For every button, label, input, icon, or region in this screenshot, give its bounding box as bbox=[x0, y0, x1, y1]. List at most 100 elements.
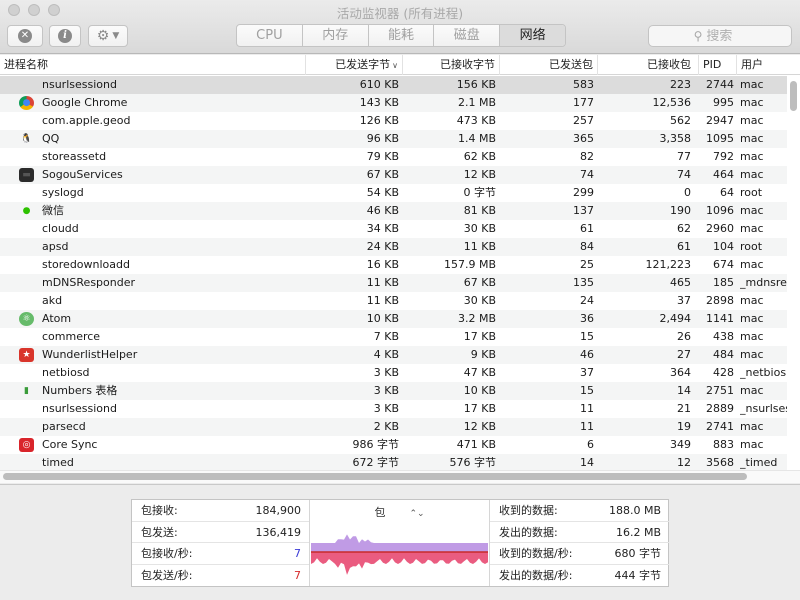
stat-row: 包发送/秒: 7 bbox=[132, 565, 309, 587]
table-row[interactable]: commerce 7 KB 17 KB 15 26 438 mac bbox=[0, 328, 787, 346]
user-cell: mac bbox=[740, 222, 764, 235]
table-row[interactable]: ● 微信 46 KB 81 KB 137 190 1096 mac bbox=[0, 202, 787, 220]
search-input[interactable] bbox=[706, 28, 747, 44]
data-received-per-sec-label: 收到的数据/秒: bbox=[499, 547, 573, 560]
received-bytes-cell: 81 KB bbox=[463, 204, 496, 217]
pid-cell: 883 bbox=[713, 438, 734, 451]
received-bytes-cell: 157.9 MB bbox=[443, 258, 496, 271]
sent-bytes-cell: 11 KB bbox=[366, 276, 399, 289]
table-row[interactable]: com.apple.geod 126 KB 473 KB 257 562 2947 mac bbox=[0, 112, 787, 130]
stop-process-button[interactable]: ✕ bbox=[7, 25, 43, 47]
table-row[interactable]: apsd 24 KB 11 KB 84 61 104 root bbox=[0, 238, 787, 256]
data-sent-label: 发出的数据: bbox=[499, 525, 558, 539]
user-cell: mac bbox=[740, 258, 764, 271]
tab-disk[interactable]: 磁盘 bbox=[434, 25, 501, 46]
pid-cell: 1095 bbox=[706, 132, 734, 145]
column-received-bytes[interactable]: 已接收字节 bbox=[402, 55, 499, 75]
table-row[interactable]: akd 11 KB 30 KB 24 37 2898 mac bbox=[0, 292, 787, 310]
column-sent-packets[interactable]: 已发送包 bbox=[499, 55, 597, 75]
received-bytes-cell: 11 KB bbox=[463, 240, 496, 253]
table-row[interactable]: ● Google Chrome 143 KB 2.1 MB 177 12,536 995 ma… bbox=[0, 94, 787, 112]
sent-packets-cell: 299 bbox=[573, 186, 594, 199]
table-row[interactable]: 🐧 QQ 96 KB 1.4 MB 365 3,358 1095 mac bbox=[0, 130, 787, 148]
tab-memory[interactable]: 内存 bbox=[303, 25, 369, 46]
tab-cpu[interactable]: CPU bbox=[237, 25, 303, 46]
user-cell: root bbox=[740, 240, 763, 253]
user-cell: mac bbox=[740, 438, 764, 451]
pid-cell: 995 bbox=[713, 96, 734, 109]
column-label: 用户 bbox=[741, 58, 763, 71]
sent-packets-cell: 177 bbox=[573, 96, 594, 109]
column-label: 已接收字节 bbox=[440, 58, 495, 71]
process-name: netbiosd bbox=[42, 366, 90, 379]
table-row[interactable]: syslogd 54 KB 0 字节 299 0 64 root bbox=[0, 184, 787, 202]
table-row[interactable]: cloudd 34 KB 30 KB 61 62 2960 mac bbox=[0, 220, 787, 238]
sent-packets-cell: 11 bbox=[580, 420, 594, 433]
table-row[interactable]: ◎ Core Sync 986 字节 471 KB 6 349 883 mac bbox=[0, 436, 787, 454]
horizontal-scrollbar[interactable] bbox=[3, 473, 747, 480]
received-packets-cell: 12,536 bbox=[652, 96, 692, 109]
received-bytes-cell: 10 KB bbox=[463, 384, 496, 397]
stat-row: 包接收: 184,900 bbox=[132, 500, 309, 522]
search-box[interactable]: ⚲ bbox=[648, 25, 792, 47]
received-packets-area bbox=[311, 534, 488, 552]
table-row[interactable]: ★ WunderlistHelper 4 KB 9 KB 46 27 484 mac bbox=[0, 346, 787, 364]
table-row[interactable]: nsurlsessiond 610 KB 156 KB 583 223 2744 mac bbox=[0, 76, 787, 94]
table-row[interactable]: storeassetd 79 KB 62 KB 82 77 792 mac bbox=[0, 148, 787, 166]
network-summary-panel: 包接收: 184,900 包发送: 136,419 包接收/秒: 7 包发送/秒… bbox=[131, 499, 669, 587]
graph-mode-selector[interactable]: 包 ⌃⌄ bbox=[311, 504, 488, 520]
packets-out-per-sec-value: 7 bbox=[294, 568, 301, 582]
process-name: SogouServices bbox=[42, 168, 123, 181]
inspect-process-button[interactable]: i bbox=[49, 25, 81, 47]
received-packets-cell: 190 bbox=[670, 204, 691, 217]
vertical-scrollbar[interactable] bbox=[790, 81, 797, 111]
sent-bytes-cell: 46 KB bbox=[366, 204, 399, 217]
received-packets-cell: 74 bbox=[677, 168, 691, 181]
table-row[interactable]: ▬ SogouServices 67 KB 12 KB 74 74 464 mac bbox=[0, 166, 787, 184]
sent-packets-cell: 11 bbox=[580, 402, 594, 415]
pid-cell: 2960 bbox=[706, 222, 734, 235]
received-packets-cell: 21 bbox=[677, 402, 691, 415]
column-user[interactable]: 用户 bbox=[736, 55, 800, 75]
pid-cell: 2741 bbox=[706, 420, 734, 433]
received-packets-cell: 37 bbox=[677, 294, 691, 307]
packets-out-label: 包发送: bbox=[141, 525, 178, 539]
process-name: cloudd bbox=[42, 222, 79, 235]
process-name: storedownloadd bbox=[42, 258, 130, 271]
sent-bytes-cell: 143 KB bbox=[359, 96, 399, 109]
sent-bytes-cell: 3 KB bbox=[373, 384, 399, 397]
sent-packets-cell: 84 bbox=[580, 240, 594, 253]
table-row[interactable]: ⚛ Atom 10 KB 3.2 MB 36 2,494 1141 mac bbox=[0, 310, 787, 328]
process-name: Google Chrome bbox=[42, 96, 128, 109]
tab-energy[interactable]: 能耗 bbox=[369, 25, 435, 46]
process-name: Atom bbox=[42, 312, 72, 325]
table-row[interactable]: ▮ Numbers 表格 3 KB 10 KB 15 14 2751 mac bbox=[0, 382, 787, 400]
process-table: 进程名称 已发送字节 ∨ 已接收字节 已发送包 已接收包 PID 用户 nsurl… bbox=[0, 55, 800, 483]
received-bytes-cell: 0 字节 bbox=[463, 186, 497, 199]
stat-row: 包接收/秒: 7 bbox=[132, 543, 309, 565]
sent-bytes-cell: 11 KB bbox=[366, 294, 399, 307]
table-row[interactable]: parsecd 2 KB 12 KB 11 19 2741 mac bbox=[0, 418, 787, 436]
received-bytes-cell: 471 KB bbox=[456, 438, 496, 451]
column-label: 已发送包 bbox=[549, 58, 593, 71]
column-received-packets[interactable]: 已接收包 bbox=[597, 55, 695, 75]
numbers-icon: ▮ bbox=[24, 386, 29, 396]
column-sent-bytes[interactable]: 已发送字节 ∨ bbox=[305, 55, 402, 75]
sent-packets-area bbox=[311, 552, 488, 575]
received-packets-cell: 19 bbox=[677, 420, 691, 433]
sent-bytes-cell: 986 字节 bbox=[352, 438, 400, 451]
table-row[interactable]: netbiosd 3 KB 47 KB 37 364 428 _netbios bbox=[0, 364, 787, 382]
process-name: Core Sync bbox=[42, 438, 98, 451]
stat-row: 收到的数据/秒: 680 字节 bbox=[490, 543, 669, 565]
action-menu-button[interactable]: ⚙ ▼ bbox=[88, 25, 128, 47]
table-row[interactable]: nsurlsessiond 3 KB 17 KB 11 21 2889 _nsurlses bbox=[0, 400, 787, 418]
column-process-name[interactable]: 进程名称 bbox=[0, 55, 305, 75]
received-packets-cell: 223 bbox=[670, 78, 691, 91]
close-icon: ✕ bbox=[18, 29, 32, 43]
packet-stats: 包接收: 184,900 包发送: 136,419 包接收/秒: 7 包发送/秒… bbox=[132, 500, 310, 586]
column-pid[interactable]: PID bbox=[698, 55, 736, 75]
tab-network[interactable]: 网络 bbox=[500, 25, 565, 46]
table-row[interactable]: mDNSResponder 11 KB 67 KB 135 465 185 _mdnsre bbox=[0, 274, 787, 292]
table-row[interactable]: storedownloadd 16 KB 157.9 MB 25 121,223 674 m… bbox=[0, 256, 787, 274]
chrome-icon: ● bbox=[19, 96, 34, 110]
